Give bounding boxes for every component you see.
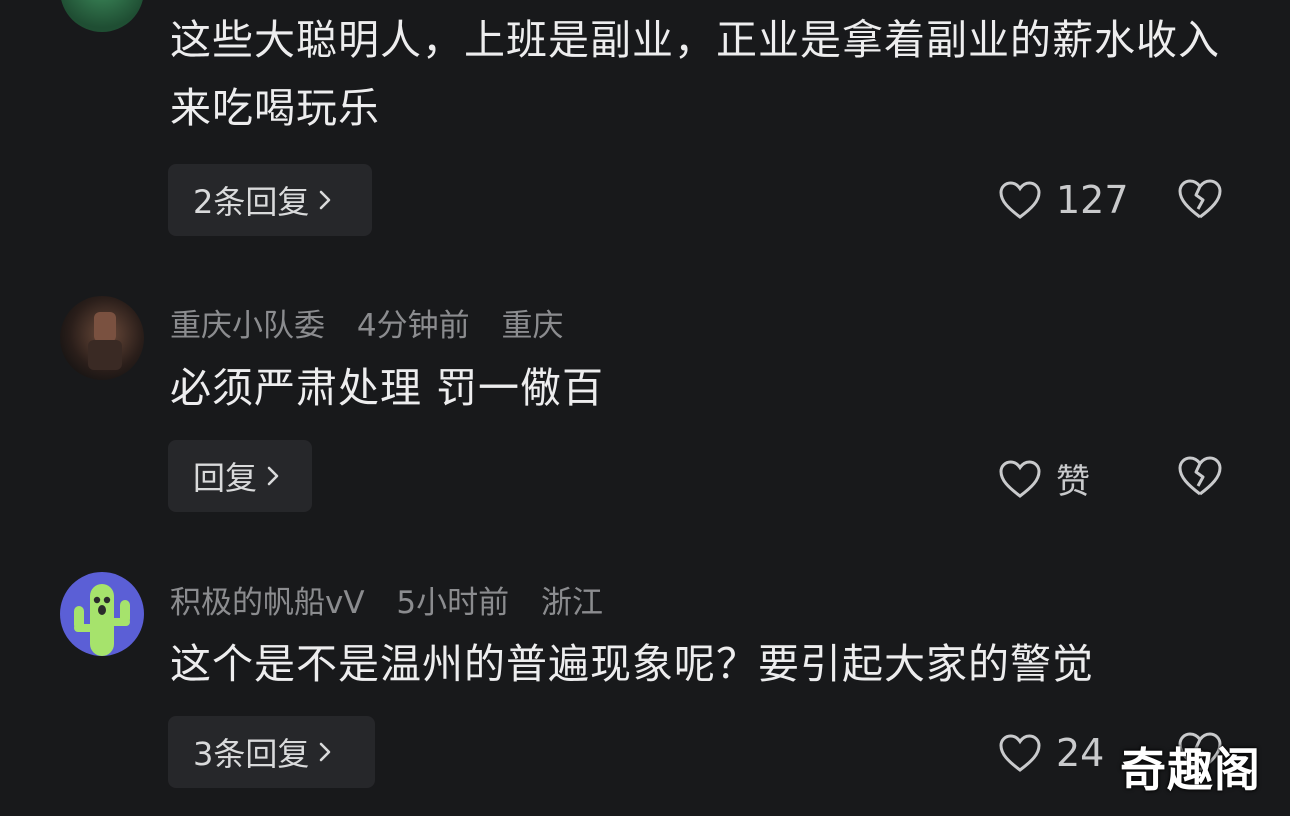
like-button[interactable]: 24 — [998, 731, 1104, 775]
like-count: 24 — [1056, 731, 1105, 775]
reply-label: 回复 — [193, 459, 258, 497]
chevron-right-icon — [267, 466, 279, 486]
username[interactable]: 积极的帆船vV — [170, 585, 365, 621]
timestamp: 4分钟前 — [356, 308, 470, 344]
reply-button[interactable]: 2条回复 — [168, 164, 372, 236]
avatar-figure — [88, 312, 122, 370]
chevron-right-icon — [320, 190, 331, 210]
avatar[interactable] — [60, 0, 144, 32]
reply-button[interactable]: 回复 — [168, 440, 312, 512]
watermark-logo: 奇趣阁 — [1120, 743, 1261, 797]
comment-text: 这个是不是温州的普遍现象呢？要引起大家的警觉 — [170, 640, 1094, 688]
cactus-icon — [74, 584, 130, 656]
reply-label: 2条回复 — [193, 183, 310, 221]
avatar[interactable] — [60, 296, 144, 380]
comment-text: 这些大聪明人，上班是副业，正业是拿着副业的薪水收入来吃喝玩乐 — [170, 16, 1220, 132]
location: 浙江 — [541, 585, 604, 621]
timestamp: 5小时前 — [396, 585, 510, 621]
avatar[interactable] — [60, 572, 144, 656]
comment-meta: 积极的帆船vV 5小时前 浙江 — [170, 577, 625, 622]
like-count: 127 — [1056, 178, 1129, 222]
chevron-right-icon — [320, 742, 331, 762]
heart-outline-icon — [999, 459, 1041, 498]
like-count: 赞 — [1056, 462, 1090, 502]
like-button[interactable]: 赞 — [998, 454, 1090, 503]
comment-text: 必须严肃处理 罚一儆百 — [170, 364, 605, 412]
heart-outline-icon — [999, 734, 1041, 772]
reply-label: 3条回复 — [193, 735, 310, 773]
reply-button[interactable]: 3条回复 — [168, 716, 375, 788]
like-button[interactable]: 127 — [998, 178, 1129, 222]
broken-heart-icon[interactable] — [1177, 178, 1223, 220]
broken-heart-icon[interactable] — [1177, 455, 1223, 497]
username[interactable]: 重庆小队委 — [170, 308, 325, 344]
location: 重庆 — [501, 308, 564, 344]
heart-outline-icon — [999, 181, 1041, 219]
comment-meta: 重庆小队委 4分钟前 重庆 — [170, 300, 585, 345]
